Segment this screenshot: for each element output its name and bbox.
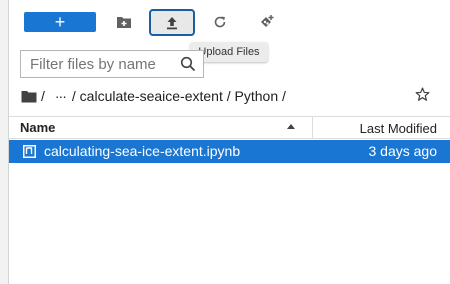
file-browser-toolbar: + <box>9 0 450 44</box>
star-icon[interactable] <box>415 87 430 102</box>
breadcrumb-root-separator: / <box>41 88 45 104</box>
git-clone-icon <box>261 15 274 27</box>
column-header-name[interactable]: Name <box>20 120 55 135</box>
file-filter-box <box>20 50 204 78</box>
file-list-item[interactable]: calculating-sea-ice-extent.ipynb 3 days … <box>9 140 450 163</box>
search-icon <box>180 56 196 72</box>
breadcrumb-ellipsis[interactable]: ··· <box>55 88 67 104</box>
breadcrumb-path[interactable]: / calculate-seaice-extent / Python / <box>72 88 286 104</box>
new-folder-button[interactable] <box>102 9 146 35</box>
file-name: calculating-sea-ice-extent.ipynb <box>44 143 241 159</box>
sort-ascending-icon[interactable] <box>286 123 296 130</box>
file-list-header: Name Last Modified <box>9 116 450 139</box>
upload-icon <box>167 16 177 29</box>
notebook-icon <box>23 145 36 158</box>
new-launcher-button[interactable]: + <box>24 12 96 32</box>
filter-files-input[interactable] <box>30 52 182 76</box>
folder-icon[interactable] <box>21 90 37 103</box>
left-sidebar-strip <box>0 0 9 284</box>
column-header-last-modified[interactable]: Last Modified <box>360 121 437 136</box>
refresh-icon <box>214 16 226 28</box>
refresh-button[interactable] <box>198 9 242 35</box>
breadcrumb: / ··· / calculate-seaice-extent / Python… <box>21 86 291 106</box>
upload-files-button[interactable] <box>149 9 195 36</box>
column-divider[interactable] <box>312 117 313 138</box>
git-clone-button[interactable] <box>245 9 289 35</box>
file-last-modified: 3 days ago <box>368 143 438 159</box>
new-folder-icon <box>117 17 131 28</box>
